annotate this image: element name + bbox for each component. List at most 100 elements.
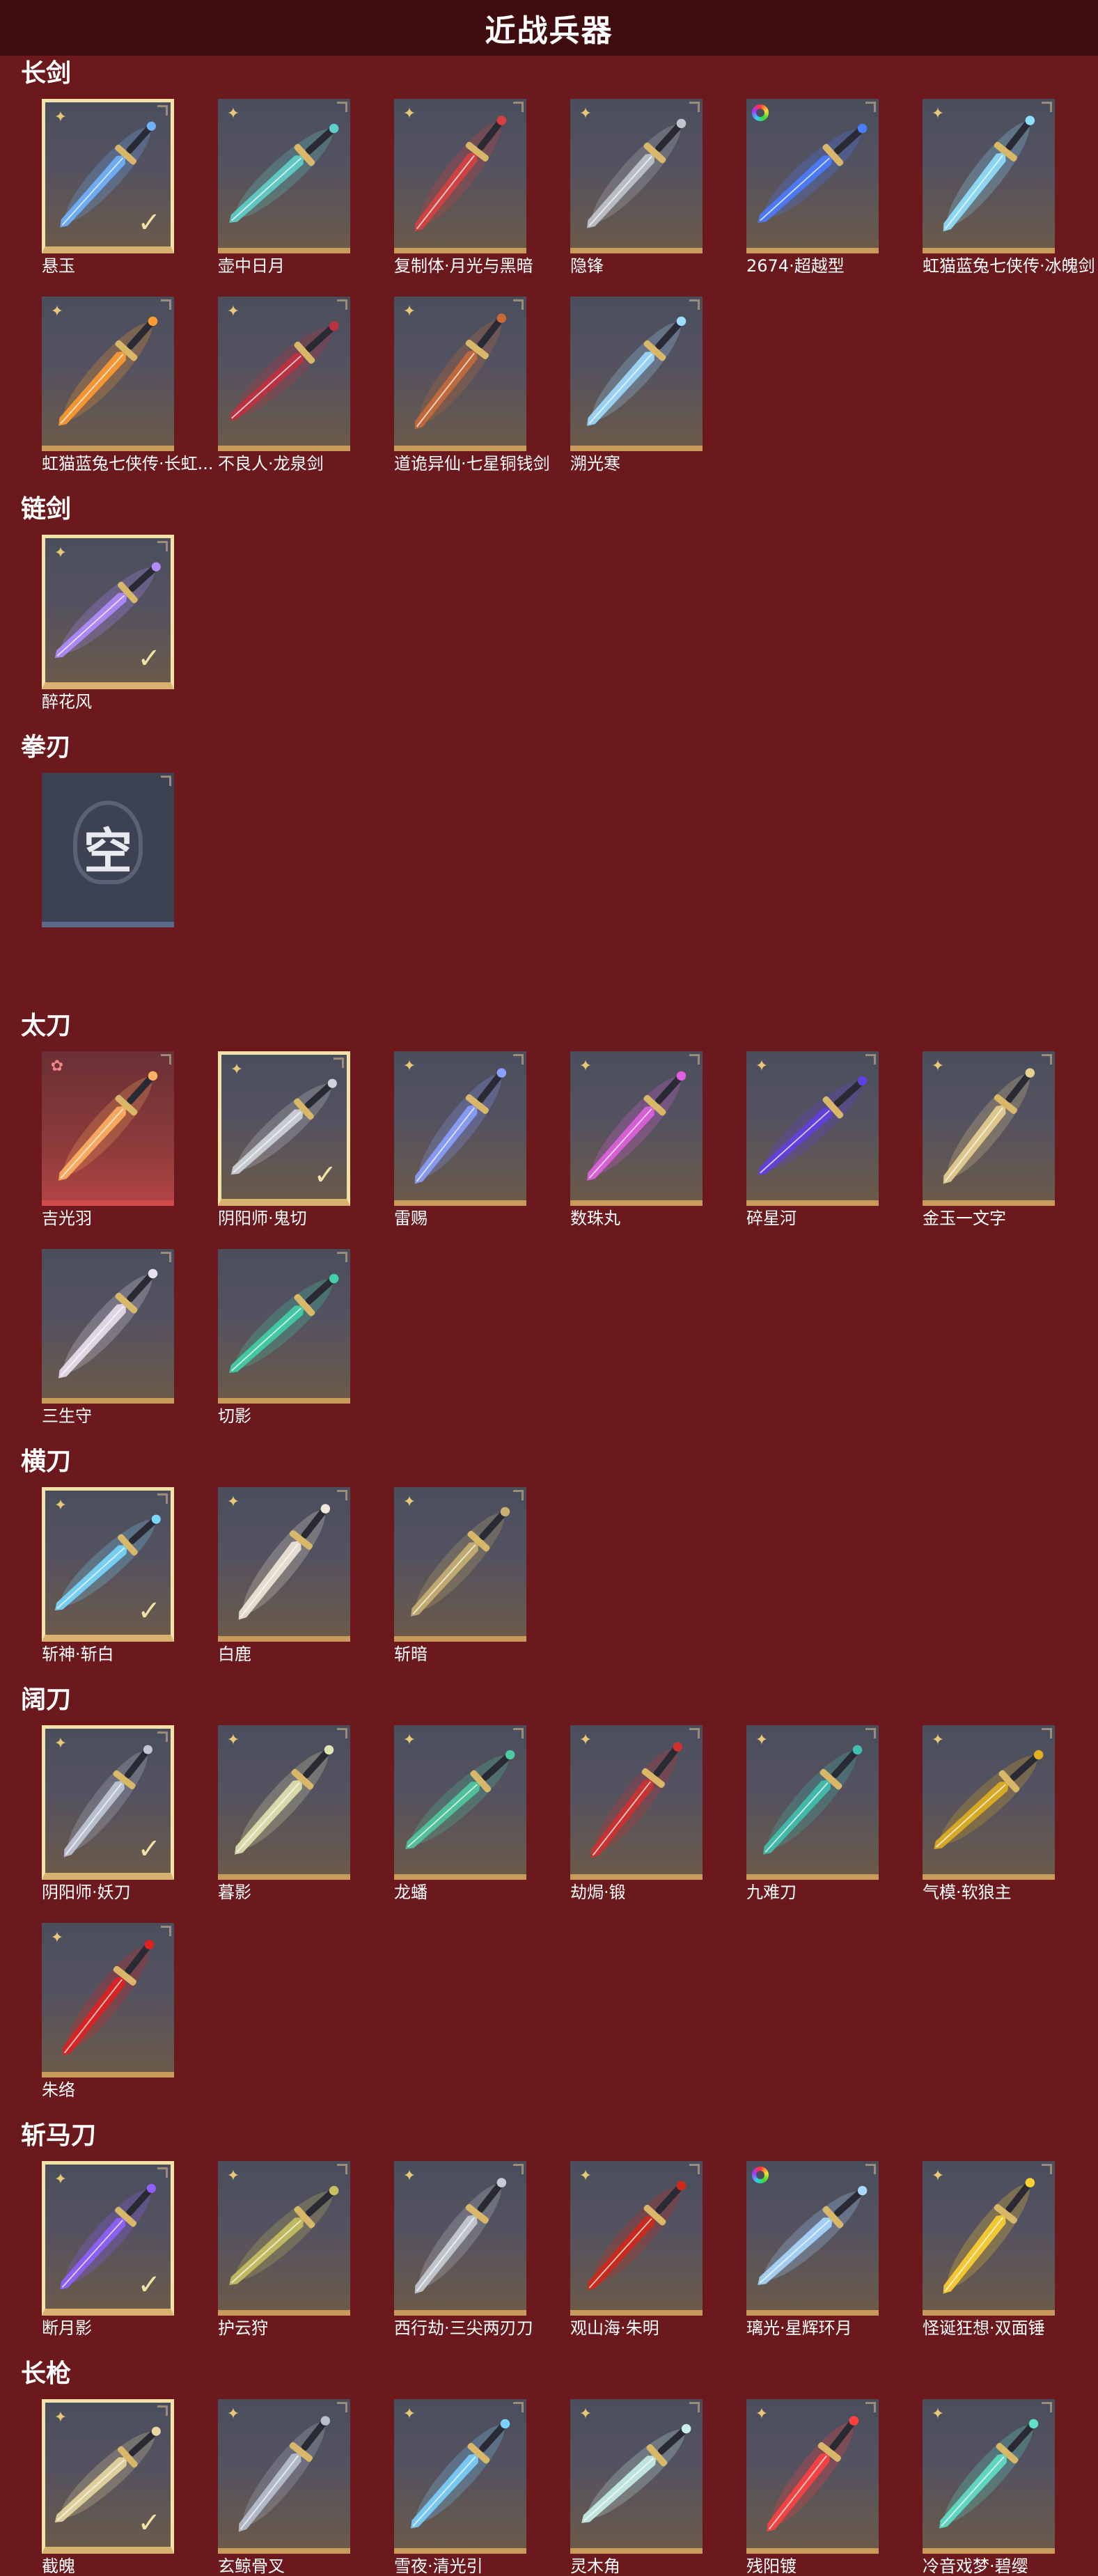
weapon-name: 斩神·斩白: [42, 1644, 114, 1664]
weapon-card[interactable]: ✦: [746, 2399, 879, 2554]
equipped-check-icon: ✓: [137, 1595, 161, 1627]
weapon-card[interactable]: ✦: [570, 2161, 703, 2316]
star-icon: ✦: [579, 2405, 593, 2423]
weapon-card[interactable]: ✦: [746, 1051, 879, 1206]
weapon-card[interactable]: ✦ ✓: [42, 2399, 174, 2554]
weapon-name: 斩暗: [394, 1644, 428, 1664]
star-icon: ✦: [54, 1735, 68, 1752]
weapon-artwork: [758, 123, 868, 223]
weapon-card[interactable]: ✦: [923, 1051, 1055, 1206]
weapon-card[interactable]: ✦: [570, 2399, 703, 2554]
weapon-name: 九难刀: [746, 1883, 797, 1902]
weapon-name: 劫焗·锻: [570, 1883, 626, 1902]
weapon-artwork: [758, 2185, 868, 2285]
weapon-card[interactable]: [42, 1249, 174, 1404]
weapon-card[interactable]: ✦: [394, 1051, 526, 1206]
weapon-name: 朱络: [42, 2080, 75, 2100]
star-icon: ✦: [50, 303, 64, 320]
weapon-name: 龙蟠: [394, 1883, 428, 1902]
star-icon: ✦: [755, 1058, 769, 1075]
weapon-name: 悬玉: [42, 256, 75, 276]
rainbow-ring-icon: [752, 2167, 769, 2183]
weapon-card[interactable]: ✦ ✓: [42, 99, 174, 253]
star-icon: ✦: [54, 109, 68, 126]
corner-bracket-icon: [157, 541, 168, 551]
corner-bracket-icon: [865, 1728, 876, 1738]
weapon-card[interactable]: ✦ ✓: [42, 2161, 174, 2316]
empty-weapon-slot[interactable]: 空: [42, 773, 174, 927]
weapon-name: 金玉一文字: [923, 1209, 1006, 1228]
weapon-card[interactable]: ✦ ✓: [42, 1725, 174, 1880]
weapon-name: 观山海·朱明: [570, 2318, 659, 2338]
weapon-card[interactable]: ✦: [746, 1725, 879, 1880]
weapon-card[interactable]: ✦: [394, 1725, 526, 1880]
corner-bracket-icon: [513, 2164, 524, 2174]
star-icon: ✦: [402, 1731, 416, 1749]
corner-bracket-icon: [337, 2164, 347, 2174]
equipped-check-icon: ✓: [313, 1159, 337, 1191]
weapon-card[interactable]: [218, 1249, 350, 1404]
corner-bracket-icon: [337, 102, 347, 112]
weapon-name: 西行劫·三尖两刃刀: [394, 2318, 533, 2338]
weapon-card[interactable]: ✦: [394, 1487, 526, 1642]
corner-bracket-icon: [161, 1252, 171, 1262]
weapon-card[interactable]: ✦ ✓: [218, 1051, 350, 1206]
star-icon: ✦: [230, 1061, 244, 1078]
weapon-card[interactable]: ✦: [218, 1725, 350, 1880]
flower-icon: ✿: [50, 1058, 64, 1075]
weapon-card[interactable]: ✦: [394, 297, 526, 451]
equipped-check-icon: ✓: [137, 207, 161, 239]
weapon-name: 碎星河: [746, 1209, 797, 1228]
weapon-name: 冷音戏梦·碧缨: [923, 2557, 1028, 2576]
star-icon: ✦: [755, 2405, 769, 2423]
rainbow-ring-icon: [752, 104, 769, 121]
weapon-card[interactable]: ✦: [218, 2399, 350, 2554]
weapon-card[interactable]: [746, 99, 879, 253]
weapon-name: 断月影: [42, 2318, 92, 2338]
star-icon: ✦: [931, 1058, 945, 1075]
weapon-name: 雷赐: [394, 1209, 428, 1228]
weapon-name: 护云狩: [218, 2318, 268, 2338]
weapon-card[interactable]: ✦: [218, 297, 350, 451]
weapon-card[interactable]: ✦: [218, 2161, 350, 2316]
weapon-card[interactable]: ✦: [570, 99, 703, 253]
weapon-card[interactable]: ✦: [923, 1725, 1055, 1880]
section-title: 斩马刀: [21, 2121, 97, 2150]
weapon-name: 残阳镀: [746, 2557, 797, 2576]
star-icon: ✦: [54, 2409, 68, 2426]
star-icon: ✦: [54, 2171, 68, 2188]
corner-bracket-icon: [1042, 1728, 1052, 1738]
weapon-card[interactable]: ✦: [42, 297, 174, 451]
weapon-card[interactable]: ✦: [42, 1923, 174, 2078]
weapon-card[interactable]: ✦: [394, 2399, 526, 2554]
star-icon: ✦: [931, 105, 945, 123]
corner-bracket-icon: [157, 2405, 168, 2416]
star-icon: ✦: [579, 2167, 593, 2185]
corner-bracket-icon: [513, 1490, 524, 1500]
star-icon: ✦: [402, 2405, 416, 2423]
empty-slot-label: 空: [84, 822, 132, 880]
weapon-card[interactable]: [570, 297, 703, 451]
corner-bracket-icon: [337, 299, 347, 310]
weapon-card[interactable]: ✦ ✓: [42, 535, 174, 689]
weapon-card[interactable]: ✦: [570, 1051, 703, 1206]
weapon-card[interactable]: ✦: [923, 2161, 1055, 2316]
corner-bracket-icon: [865, 2402, 876, 2412]
weapon-card[interactable]: ✿: [42, 1051, 174, 1206]
page-header: 近战兵器: [0, 0, 1098, 56]
star-icon: ✦: [402, 105, 416, 123]
star-icon: ✦: [54, 544, 68, 562]
weapon-card[interactable]: ✦: [394, 2161, 526, 2316]
star-icon: ✦: [226, 105, 240, 123]
weapon-card[interactable]: ✦: [394, 99, 526, 253]
weapon-card[interactable]: [746, 2161, 879, 2316]
weapon-card[interactable]: ✦: [923, 99, 1055, 253]
weapon-card[interactable]: ✦: [570, 1725, 703, 1880]
weapon-name: 醉花风: [42, 692, 92, 712]
weapon-card[interactable]: ✦: [923, 2399, 1055, 2554]
star-icon: ✦: [54, 1497, 68, 1514]
weapon-card[interactable]: ✦ ✓: [42, 1487, 174, 1642]
weapon-artwork: [229, 1273, 339, 1373]
weapon-card[interactable]: ✦: [218, 1487, 350, 1642]
weapon-card[interactable]: ✦: [218, 99, 350, 253]
